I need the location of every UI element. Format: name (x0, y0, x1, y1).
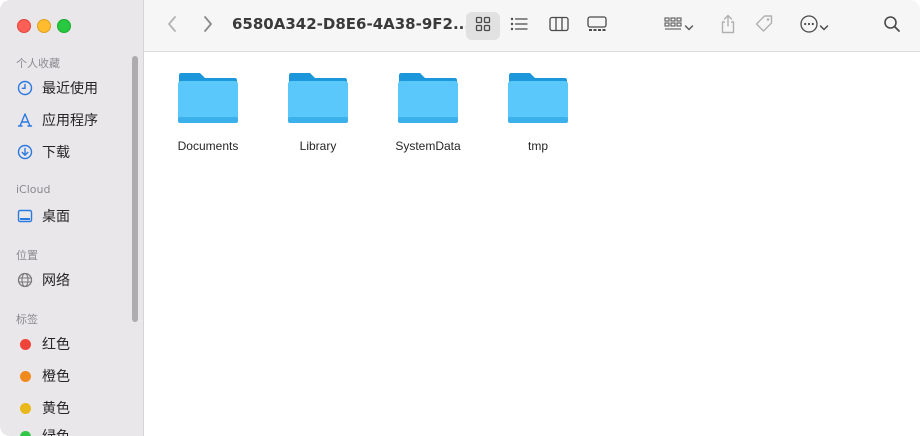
tag-dot-icon (20, 370, 31, 382)
download-icon (16, 143, 34, 161)
ellipsis-circle-icon (799, 14, 819, 38)
sidebar-item-recents[interactable]: 最近使用 (16, 76, 98, 100)
section-header-favorites: 个人收藏 (16, 57, 60, 70)
back-button[interactable] (160, 12, 184, 40)
sidebar-item-desktop[interactable]: 桌面 (16, 204, 70, 228)
folder-icon (177, 71, 239, 129)
sidebar: 个人收藏 最近使用 应用程序 下载 iCloud 桌面 位置 网络 标签 红色 … (0, 0, 144, 436)
sidebar-item-label: 下载 (42, 145, 70, 161)
gallery-icon (587, 16, 607, 36)
item-label: SystemData (395, 139, 461, 153)
tag-dot-icon (20, 430, 31, 436)
more-actions-button[interactable] (794, 12, 834, 40)
sidebar-item-downloads[interactable]: 下载 (16, 140, 70, 164)
sidebar-item-tag-orange[interactable]: 橙色 (16, 364, 70, 388)
group-grid-icon (664, 16, 684, 36)
list-view-button[interactable] (502, 12, 536, 40)
zoom-window-button[interactable] (57, 19, 71, 33)
item-label: Documents (177, 139, 239, 153)
sidebar-item-label: 橙色 (42, 369, 70, 385)
folder-item-systemdata[interactable]: SystemData (373, 71, 483, 153)
close-window-button[interactable] (17, 19, 31, 33)
tag-button[interactable] (750, 12, 778, 40)
chevron-right-icon (202, 15, 214, 37)
sidebar-item-label: 应用程序 (42, 113, 98, 129)
forward-button[interactable] (196, 12, 220, 40)
finder-window: 个人收藏 最近使用 应用程序 下载 iCloud 桌面 位置 网络 标签 红色 … (0, 0, 920, 436)
folder-item-tmp[interactable]: tmp (483, 71, 593, 153)
clock-icon (16, 79, 34, 97)
columns-icon (549, 16, 569, 36)
toolbar: 6580A342-D8E6-4A38-9F2... (144, 0, 920, 52)
minimize-window-button[interactable] (37, 19, 51, 33)
section-header-tags: 标签 (16, 313, 38, 326)
sidebar-item-label: 红色 (42, 337, 70, 353)
sidebar-item-tag-yellow[interactable]: 黄色 (16, 396, 70, 420)
apps-icon (16, 111, 34, 129)
share-button[interactable] (714, 12, 742, 40)
icon-view-button[interactable] (466, 12, 500, 40)
globe-icon (16, 271, 34, 289)
sidebar-scrollbar[interactable] (132, 56, 138, 322)
chevron-down-icon (684, 17, 694, 36)
folder-item-documents[interactable]: Documents (153, 71, 263, 153)
gallery-view-button[interactable] (580, 12, 614, 40)
folder-icon (397, 71, 459, 129)
sidebar-item-label: 网络 (42, 273, 70, 289)
sidebar-item-tag-green[interactable]: 绿色 (16, 424, 70, 436)
tag-dot-icon (20, 338, 31, 350)
sidebar-item-label: 黄色 (42, 401, 70, 417)
folder-item-library[interactable]: Library (263, 71, 373, 153)
window-title: 6580A342-D8E6-4A38-9F2... (232, 15, 471, 33)
search-icon (883, 15, 901, 37)
tag-dot-icon (20, 402, 31, 414)
item-label: Library (299, 139, 337, 153)
item-label: tmp (527, 139, 548, 153)
search-button[interactable] (878, 12, 906, 40)
tag-icon (754, 14, 774, 38)
chevron-left-icon (166, 15, 178, 37)
grid-icon (475, 16, 491, 36)
share-icon (720, 14, 736, 38)
list-icon (510, 16, 528, 36)
chevron-down-icon (819, 17, 829, 36)
section-header-locations: 位置 (16, 249, 38, 262)
desktop-icon (16, 207, 34, 225)
sidebar-item-label: 最近使用 (42, 81, 98, 97)
sidebar-item-network[interactable]: 网络 (16, 268, 70, 292)
folder-icon (287, 71, 349, 129)
sidebar-item-tag-red[interactable]: 红色 (16, 332, 70, 356)
sidebar-item-applications[interactable]: 应用程序 (16, 108, 98, 132)
section-header-icloud: iCloud (16, 183, 51, 196)
folder-icon (507, 71, 569, 129)
sidebar-item-label: 桌面 (42, 209, 70, 225)
file-grid: Documents Library SystemData tmp (145, 53, 920, 436)
sidebar-item-label: 绿色 (42, 426, 70, 436)
column-view-button[interactable] (542, 12, 576, 40)
group-by-button[interactable] (658, 12, 700, 40)
